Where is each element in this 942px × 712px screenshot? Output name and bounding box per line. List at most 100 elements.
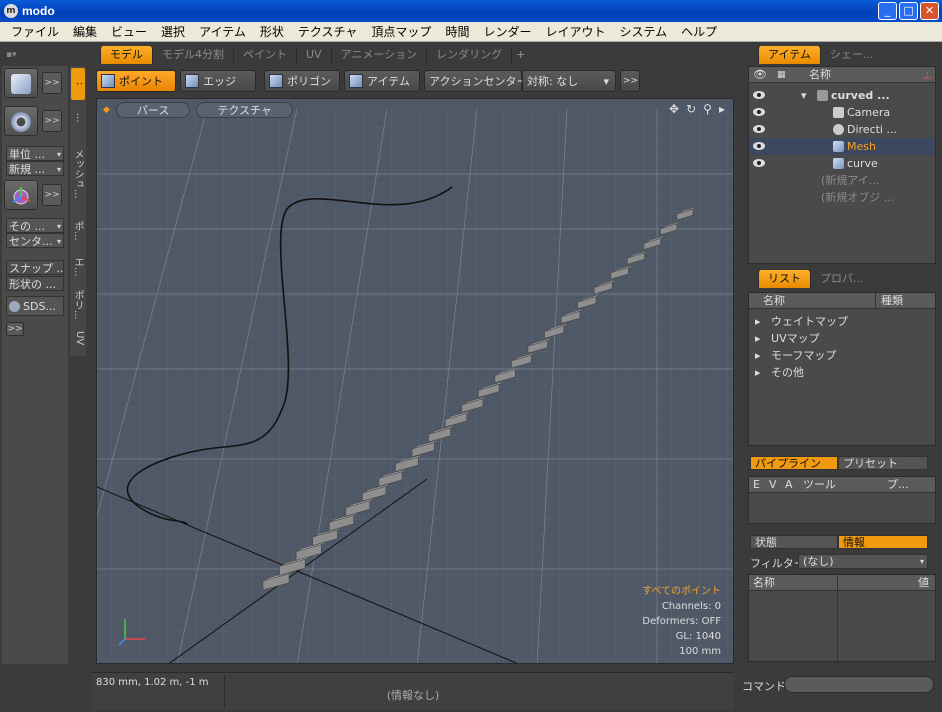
tab-rendering[interactable]: レンダリング bbox=[426, 46, 511, 64]
cube-primitive-button[interactable] bbox=[4, 68, 38, 98]
new-dropdown[interactable]: 新規 ... ▾ bbox=[6, 161, 64, 176]
vtab-mesh[interactable]: メッシュ... bbox=[71, 134, 85, 214]
sds-button[interactable]: SDS... bbox=[6, 296, 64, 316]
tab-items[interactable]: アイテム bbox=[758, 46, 820, 64]
menu-select[interactable]: 選択 bbox=[154, 23, 192, 40]
item-row-mesh[interactable]: curve bbox=[749, 155, 935, 172]
view-type-button[interactable]: パース bbox=[115, 102, 191, 118]
symmetry-dropdown[interactable]: 対称: なし ▾ bbox=[522, 70, 616, 92]
visibility-column-icon: 👁 bbox=[753, 68, 767, 81]
shape-button[interactable]: 形状の ... bbox=[6, 276, 64, 291]
tab-list[interactable]: リスト bbox=[758, 270, 810, 288]
list-item-weight-map[interactable]: ▸ ウェイトマップ bbox=[755, 313, 848, 329]
3d-viewport[interactable]: ◆ パース テクスチャ ✥ ↻ ⚲ ▸ すべてのポイント Channels: 0… bbox=[96, 98, 734, 664]
menu-vertex-map[interactable]: 頂点マップ bbox=[364, 23, 438, 40]
expand-button-3[interactable]: >> bbox=[42, 184, 62, 206]
selection-info: すべてのポイント bbox=[642, 586, 721, 597]
tab-properties[interactable]: プロパ... bbox=[810, 270, 873, 288]
minimize-button[interactable]: _ bbox=[878, 2, 897, 20]
transform-tool-button[interactable] bbox=[4, 180, 38, 210]
point-cube-icon bbox=[101, 74, 115, 88]
vertex-map-list-panel: 名称 種類 ▸ ウェイトマップ ▸ UVマップ ▸ モーフマップ ▸ その他 bbox=[748, 292, 936, 446]
item-row-placeholder[interactable]: (新規アイ... bbox=[749, 172, 935, 189]
menu-system[interactable]: システム bbox=[612, 23, 674, 40]
menu-texture[interactable]: テクスチャ bbox=[291, 23, 365, 40]
menu-geometry[interactable]: 形状 bbox=[253, 23, 291, 40]
vtab-point[interactable]: ポ... bbox=[71, 216, 85, 246]
menu-edit[interactable]: 編集 bbox=[66, 23, 104, 40]
item-row-camera[interactable]: Camera bbox=[749, 104, 935, 121]
center-dropdown[interactable]: センタ... ▾ bbox=[6, 233, 64, 248]
tab-paint[interactable]: ペイント bbox=[233, 46, 296, 64]
menu-bar: ファイル 編集 ビュー 選択 アイテム 形状 テクスチャ 頂点マップ 時間 レン… bbox=[0, 22, 942, 42]
deformers-info: Deformers: OFF bbox=[642, 616, 721, 627]
close-button[interactable]: ✕ bbox=[920, 2, 939, 20]
menu-render[interactable]: レンダー bbox=[476, 23, 538, 40]
item-row-scene[interactable]: ▾ curved ... bbox=[749, 87, 935, 104]
vtab-poly[interactable]: ポリ... bbox=[71, 288, 85, 322]
other-dropdown[interactable]: その ... ▾ bbox=[6, 218, 64, 233]
info-header: 名称 値 bbox=[749, 575, 935, 663]
list-item-uv-map[interactable]: ▸ UVマップ bbox=[755, 330, 820, 346]
list-item-other[interactable]: ▸ その他 bbox=[755, 364, 804, 380]
info-panel: 名称 値 bbox=[748, 574, 936, 663]
tab-preset[interactable]: プリセット bbox=[838, 456, 928, 470]
tab-row-menu-icon[interactable]: ▪▾ bbox=[0, 50, 100, 60]
maximize-button[interactable]: □ bbox=[899, 2, 918, 20]
visibility-eye-icon[interactable] bbox=[753, 159, 765, 167]
visibility-eye-icon[interactable] bbox=[753, 142, 765, 150]
menu-file[interactable]: ファイル bbox=[4, 23, 66, 40]
tab-pipeline[interactable]: パイプライン bbox=[750, 456, 838, 470]
list-item-morph-map[interactable]: ▸ モーフマップ bbox=[755, 347, 836, 363]
menu-time[interactable]: 時間 bbox=[438, 23, 476, 40]
item-row-mesh[interactable]: Mesh bbox=[749, 138, 935, 155]
tab-animation[interactable]: アニメーション bbox=[330, 46, 427, 64]
tab-shader[interactable]: シェー... bbox=[819, 46, 883, 64]
viewport-menu-icon[interactable]: ◆ bbox=[103, 102, 110, 118]
item-row-placeholder[interactable]: (新規オブジ ... bbox=[749, 189, 935, 206]
point-mode-button[interactable]: ポイント bbox=[96, 70, 176, 92]
visibility-eye-icon[interactable] bbox=[753, 125, 765, 133]
command-label: コマンド bbox=[742, 680, 786, 693]
tab-model-quad[interactable]: モデル4分割 bbox=[152, 46, 233, 64]
edge-mode-button[interactable]: エッジ bbox=[180, 70, 256, 92]
snap-button[interactable]: スナップ ... bbox=[6, 260, 64, 275]
expand-button-4[interactable]: >> bbox=[6, 322, 24, 336]
add-tab-button[interactable]: + bbox=[511, 46, 529, 64]
vtab-uv[interactable]: UV bbox=[71, 326, 85, 350]
rotate-icon[interactable]: ↻ bbox=[686, 102, 696, 116]
filter-dropdown[interactable]: (なし) ▾ bbox=[798, 554, 928, 569]
polygon-cube-icon bbox=[269, 74, 283, 88]
tab-uv[interactable]: UV bbox=[296, 46, 331, 64]
mesh-icon bbox=[833, 141, 844, 152]
toolbar-more-button[interactable]: >> bbox=[620, 70, 640, 92]
zoom-icon[interactable]: ⚲ bbox=[703, 102, 712, 116]
action-center-dropdown[interactable]: アクションセンター ▾ bbox=[424, 70, 536, 92]
shading-button[interactable]: テクスチャ bbox=[196, 102, 293, 118]
vtab-edge[interactable]: エ... bbox=[71, 252, 85, 282]
vtab-dots[interactable]: ... bbox=[71, 108, 85, 128]
expand-toggle-icon[interactable]: ▾ bbox=[801, 87, 807, 104]
vtab-active[interactable]: : bbox=[71, 68, 85, 100]
units-dropdown[interactable]: 単位 ... ▾ bbox=[6, 146, 64, 161]
tab-model[interactable]: モデル bbox=[100, 46, 152, 64]
axis-gizmo-icon bbox=[118, 619, 145, 646]
viewport-expand-icon[interactable]: ▸ bbox=[719, 102, 725, 116]
polygon-mode-button[interactable]: ポリゴン bbox=[264, 70, 340, 92]
item-mode-button[interactable]: アイテム bbox=[344, 70, 420, 92]
menu-item[interactable]: アイテム bbox=[192, 23, 253, 40]
tab-state[interactable]: 状態 bbox=[750, 535, 838, 549]
pan-icon[interactable]: ✥ bbox=[669, 102, 679, 116]
menu-view[interactable]: ビュー bbox=[104, 23, 154, 40]
pipeline-panel: E V A ツール プ... bbox=[748, 476, 936, 524]
menu-layout[interactable]: レイアウト bbox=[538, 23, 612, 40]
expand-button-1[interactable]: >> bbox=[42, 72, 62, 94]
visibility-eye-icon[interactable] bbox=[753, 91, 765, 99]
expand-button-2[interactable]: >> bbox=[42, 110, 62, 132]
tab-info[interactable]: 情報 bbox=[838, 535, 928, 549]
item-row-light[interactable]: Directi ... bbox=[749, 121, 935, 138]
command-input[interactable] bbox=[784, 676, 934, 693]
menu-help[interactable]: ヘルプ bbox=[674, 23, 724, 40]
visibility-eye-icon[interactable] bbox=[753, 108, 765, 116]
torus-primitive-button[interactable] bbox=[4, 106, 38, 136]
